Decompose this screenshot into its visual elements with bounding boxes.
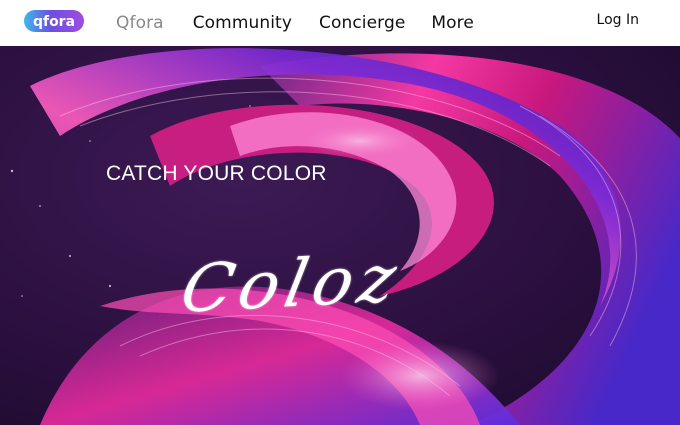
nav-item-more[interactable]: More bbox=[431, 13, 474, 33]
hero-banner: CATCH YOUR COLOR Coloz bbox=[0, 46, 680, 425]
hero-script-wordmark: Coloz bbox=[174, 239, 409, 328]
nav-item-qfora[interactable]: Qfora bbox=[116, 13, 164, 33]
login-link[interactable]: Log In bbox=[597, 12, 639, 28]
qfora-logo[interactable]: qfora bbox=[24, 9, 84, 35]
logo-text: qfora bbox=[33, 14, 75, 30]
hero-tagline: CATCH YOUR COLOR bbox=[106, 162, 327, 185]
hero-swirl-artwork bbox=[0, 46, 680, 425]
page: qfora Qfora Community Concierge More Log… bbox=[0, 0, 680, 425]
main-nav: Qfora Community Concierge More bbox=[116, 0, 474, 46]
nav-item-concierge[interactable]: Concierge bbox=[319, 13, 405, 33]
top-nav-bar: qfora Qfora Community Concierge More Log… bbox=[0, 0, 680, 46]
nav-item-community[interactable]: Community bbox=[193, 13, 292, 33]
